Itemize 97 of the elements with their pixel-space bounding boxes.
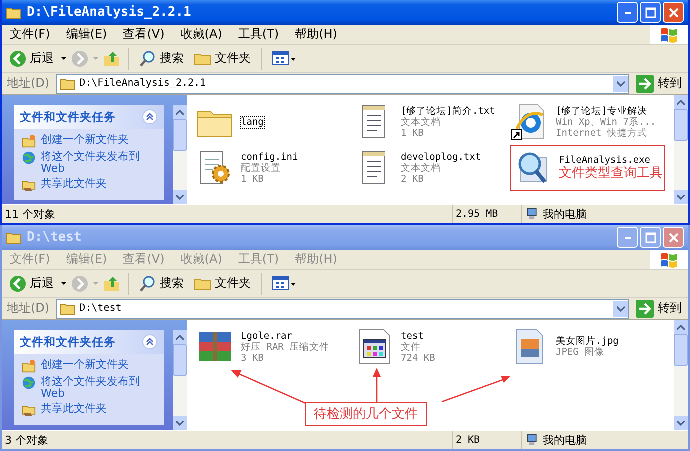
go-button[interactable]: 转到 [632, 74, 686, 92]
file-name[interactable]: developlog.txt [401, 152, 482, 162]
file-name[interactable]: Lgole.rar [241, 330, 330, 342]
collapse-icon[interactable] [142, 334, 158, 350]
shared-folder-icon [22, 178, 36, 192]
file-name[interactable]: config.ini [241, 152, 298, 162]
back-button[interactable]: 后退 [6, 48, 57, 70]
windows-logo-icon [650, 25, 688, 44]
task-link[interactable]: 创建一个新文件夹 [41, 359, 129, 371]
menu-item[interactable]: 文件(F) [2, 26, 58, 43]
address-label: 地址(D) [6, 75, 51, 92]
maximize-icon [644, 232, 656, 244]
window-title: D:\FileAnalysis_2.2.1 [27, 5, 192, 20]
scroll-up-icon[interactable] [677, 324, 685, 330]
menu-item[interactable]: 帮助(H) [287, 26, 346, 43]
annotation-arrow [373, 368, 381, 402]
file-type: Win Xp、Win 7系... [556, 116, 656, 128]
task-link[interactable]: 将这个文件夹发布到 Web [41, 151, 160, 175]
minimize-button[interactable] [617, 2, 638, 23]
file-name[interactable]: [够了论坛]简介.txt [401, 106, 496, 116]
scrollbar[interactable] [173, 330, 187, 430]
scroll-up-icon[interactable] [176, 110, 184, 114]
scroll-down-icon[interactable] [176, 420, 184, 426]
scroll-down-icon[interactable] [677, 420, 685, 426]
scroll-down-icon[interactable] [677, 194, 685, 200]
maximize-button[interactable] [640, 2, 661, 23]
status-text: 3 个对象 [4, 432, 50, 448]
search-button[interactable]: 搜索 [136, 48, 187, 70]
scrollbar[interactable] [674, 95, 688, 204]
file-size: 724 KB [401, 352, 436, 364]
file-type: 文本文档 [401, 116, 442, 128]
file-type: 配置设置 [241, 162, 282, 174]
caret-icon[interactable] [61, 56, 67, 60]
folders-button[interactable]: 文件夹 [191, 48, 254, 70]
file-name[interactable]: lang [241, 116, 264, 128]
go-arrow-icon [636, 300, 654, 318]
annotation-label: 文件类型查询工具 [559, 166, 663, 182]
file-name[interactable]: [够了论坛]专业解决 [556, 106, 656, 116]
scroll-up-icon[interactable] [176, 334, 184, 340]
menu-item[interactable]: 工具(T) [230, 26, 288, 43]
status-text: 2 KB [452, 431, 521, 449]
close-icon [668, 232, 680, 244]
window-title: D:\test [27, 230, 82, 245]
new-folder-icon [22, 359, 36, 373]
scrollbar[interactable] [674, 320, 688, 430]
menu-item[interactable]: 收藏(A) [172, 26, 230, 43]
file-name[interactable]: FileAnalysis.exe [559, 154, 663, 166]
file-size: 1 KB [241, 174, 265, 184]
views-icon [272, 276, 298, 292]
file-size: Internet 快捷方式 [556, 128, 648, 138]
file-size: 3 KB [241, 352, 265, 364]
dropdown-icon[interactable] [613, 76, 628, 92]
annotation-label: 待检测的几个文件 [305, 402, 427, 426]
minimize-icon [624, 12, 630, 14]
task-link[interactable]: 共享此文件夹 [41, 178, 107, 190]
computer-icon [525, 433, 539, 447]
collapse-icon[interactable] [142, 109, 158, 125]
new-folder-icon [22, 134, 36, 148]
task-link[interactable]: 创建一个新文件夹 [41, 134, 129, 146]
close-button[interactable] [663, 2, 684, 23]
globe-icon [22, 151, 36, 165]
file-type: 文本文档 [401, 162, 442, 174]
annotation-arrow [442, 376, 511, 403]
address-label: 地址(D) [6, 300, 51, 317]
windows-logo-icon [650, 250, 688, 269]
up-folder-icon[interactable] [103, 50, 121, 68]
task-panel-title: 文件和文件夹任务 [20, 334, 116, 350]
menu-item[interactable]: 编辑(E) [58, 26, 116, 43]
file-name[interactable]: 美女图片.jpg [556, 336, 619, 347]
status-text: 2.95 MB [452, 205, 521, 223]
file-name[interactable]: test [401, 330, 436, 342]
status-text: 11 个对象 [4, 206, 56, 222]
scroll-up-icon[interactable] [677, 100, 685, 104]
status-text: 我的电脑 [543, 206, 587, 222]
status-text: 我的电脑 [543, 432, 587, 448]
search-icon [139, 274, 157, 292]
address-field[interactable]: D:\FileAnalysis_2.2.1 [56, 74, 629, 94]
minimize-icon [624, 236, 630, 238]
task-link[interactable]: 将这个文件夹发布到 Web [41, 376, 160, 400]
task-panel-title: 文件和文件夹任务 [20, 110, 116, 124]
task-link[interactable]: 共享此文件夹 [41, 403, 107, 415]
computer-icon [525, 207, 539, 221]
maximize-icon [644, 6, 656, 18]
shared-folder-icon [22, 403, 36, 417]
file-type: JPEG 图像 [556, 347, 606, 358]
globe-icon [22, 376, 36, 390]
scrollbar[interactable] [173, 105, 187, 204]
go-arrow-icon [636, 74, 654, 92]
scroll-down-icon[interactable] [176, 194, 184, 200]
search-icon [139, 50, 157, 68]
file-type: 文件 [401, 342, 422, 352]
file-size: 1 KB [401, 128, 425, 138]
menu-item[interactable]: 查看(V) [115, 26, 173, 43]
close-icon [668, 6, 680, 18]
file-size: 2 KB [401, 174, 425, 184]
file-type: 好压 RAR 压缩文件 [241, 342, 330, 352]
views-icon [272, 50, 298, 66]
